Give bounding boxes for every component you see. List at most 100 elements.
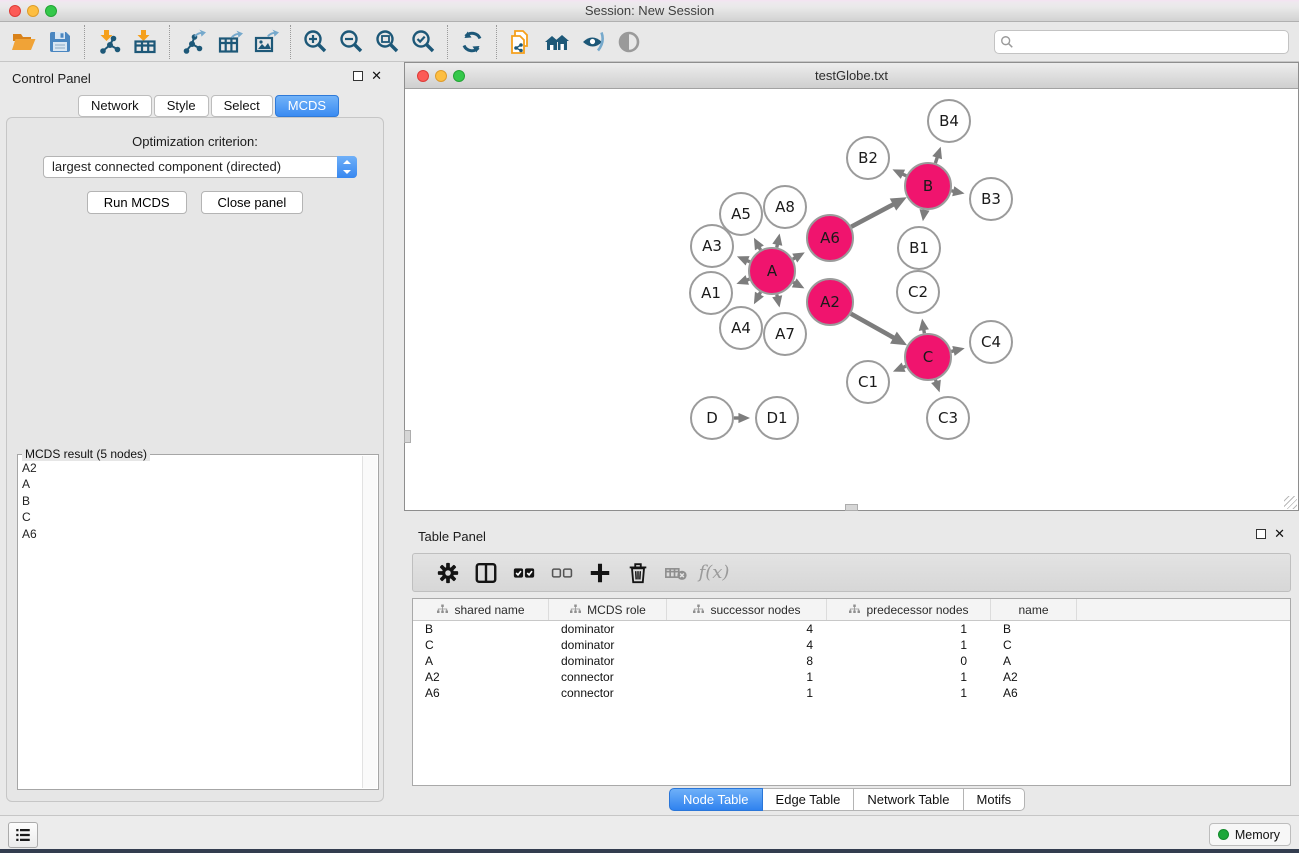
node-A7[interactable]: A7: [764, 313, 806, 355]
tab-motifs[interactable]: Motifs: [964, 788, 1026, 811]
table-cell[interactable]: 0: [827, 653, 991, 669]
node-B[interactable]: B: [905, 163, 951, 209]
float-panel-icon[interactable]: [353, 71, 363, 81]
table-cell[interactable]: 1: [827, 685, 991, 701]
node-C2[interactable]: C2: [897, 271, 939, 313]
table-row[interactable]: A6connector11A6: [413, 685, 1290, 701]
table-cell[interactable]: 1: [827, 637, 991, 653]
node-C[interactable]: C: [905, 334, 951, 380]
close-panel-icon[interactable]: ✕: [1274, 529, 1285, 539]
table-cell[interactable]: 4: [667, 637, 827, 653]
function-builder-icon[interactable]: f(x): [695, 558, 733, 588]
refresh-layout-icon[interactable]: [454, 27, 490, 57]
tab-network[interactable]: Network: [78, 95, 152, 117]
table-cell[interactable]: A6: [991, 685, 1077, 701]
table-cell[interactable]: B: [413, 621, 549, 637]
table-cell[interactable]: 4: [667, 621, 827, 637]
memory-button[interactable]: Memory: [1209, 823, 1291, 846]
splitter-handle[interactable]: [845, 504, 858, 511]
tab-select[interactable]: Select: [211, 95, 273, 117]
network-graph[interactable]: AA1A2A3A4A5A6A7A8BB1B2B3B4CC1C2C3C4DD1: [405, 89, 1298, 510]
export-image-icon[interactable]: [248, 27, 284, 57]
node-B4[interactable]: B4: [928, 100, 970, 142]
table-cell[interactable]: dominator: [549, 637, 667, 653]
add-column-icon[interactable]: [581, 558, 619, 588]
tab-edge-table[interactable]: Edge Table: [763, 788, 855, 811]
node-B2[interactable]: B2: [847, 137, 889, 179]
copy-network-icon[interactable]: [503, 27, 539, 57]
mcds-result-item[interactable]: B: [22, 493, 362, 509]
mcds-result-item[interactable]: A2: [22, 460, 362, 476]
tab-network-table[interactable]: Network Table: [854, 788, 963, 811]
column-header-name[interactable]: name: [991, 599, 1077, 620]
table-cell[interactable]: 8: [667, 653, 827, 669]
edge-A6-B[interactable]: [851, 204, 894, 227]
zoom-out-icon[interactable]: [333, 27, 369, 57]
mcds-result-scrollbar[interactable]: [363, 456, 377, 788]
table-cell[interactable]: A6: [413, 685, 549, 701]
network-minimize-button[interactable]: [435, 70, 447, 82]
node-A3[interactable]: A3: [691, 225, 733, 267]
node-B3[interactable]: B3: [970, 178, 1012, 220]
table-cell[interactable]: dominator: [549, 653, 667, 669]
export-table-icon[interactable]: [212, 27, 248, 57]
node-D1[interactable]: D1: [756, 397, 798, 439]
zoom-fit-icon[interactable]: [369, 27, 405, 57]
select-all-columns-icon[interactable]: [505, 558, 543, 588]
table-cell[interactable]: A2: [413, 669, 549, 685]
table-row[interactable]: Adominator80A: [413, 653, 1290, 669]
table-row[interactable]: Cdominator41C: [413, 637, 1290, 653]
network-canvas[interactable]: AA1A2A3A4A5A6A7A8BB1B2B3B4CC1C2C3C4DD1: [405, 89, 1298, 510]
zoom-window-button[interactable]: [45, 5, 57, 17]
table-cell[interactable]: 1: [827, 669, 991, 685]
criterion-dropdown[interactable]: largest connected component (directed): [43, 156, 357, 178]
table-cell[interactable]: connector: [549, 685, 667, 701]
node-A8[interactable]: A8: [764, 186, 806, 228]
network-zoom-button[interactable]: [453, 70, 465, 82]
table-cell[interactable]: connector: [549, 669, 667, 685]
column-header-MCDS-role[interactable]: MCDS role: [549, 599, 667, 620]
table-cell[interactable]: 1: [667, 669, 827, 685]
zoom-in-icon[interactable]: [297, 27, 333, 57]
table-cell[interactable]: 1: [827, 621, 991, 637]
zoom-selected-icon[interactable]: [405, 27, 441, 57]
task-history-button[interactable]: [8, 822, 38, 848]
edge-B-B4[interactable]: [935, 157, 937, 163]
edge-A2-C[interactable]: [851, 314, 894, 338]
close-panel-icon[interactable]: ✕: [371, 71, 382, 81]
node-C1[interactable]: C1: [847, 361, 889, 403]
table-cell[interactable]: B: [991, 621, 1077, 637]
delete-table-icon[interactable]: [657, 558, 695, 588]
tab-mcds[interactable]: MCDS: [275, 95, 339, 117]
table-cell[interactable]: A: [413, 653, 549, 669]
search-input[interactable]: [994, 30, 1289, 54]
table-cell[interactable]: A: [991, 653, 1077, 669]
node-C4[interactable]: C4: [970, 321, 1012, 363]
run-mcds-button[interactable]: Run MCDS: [87, 191, 187, 214]
tab-style[interactable]: Style: [154, 95, 209, 117]
import-network-icon[interactable]: [91, 27, 127, 57]
minimize-window-button[interactable]: [27, 5, 39, 17]
node-D[interactable]: D: [691, 397, 733, 439]
column-header-successor-nodes[interactable]: successor nodes: [667, 599, 827, 620]
open-file-icon[interactable]: [6, 27, 42, 57]
import-table-icon[interactable]: [127, 27, 163, 57]
table-cell[interactable]: dominator: [549, 621, 667, 637]
table-cell[interactable]: C: [991, 637, 1077, 653]
node-A1[interactable]: A1: [690, 272, 732, 314]
column-header-shared-name[interactable]: shared name: [413, 599, 549, 620]
table-cell[interactable]: C: [413, 637, 549, 653]
node-C3[interactable]: C3: [927, 397, 969, 439]
hide-graphics-details-icon[interactable]: [575, 27, 611, 57]
close-window-button[interactable]: [9, 5, 21, 17]
node-A2[interactable]: A2: [807, 279, 853, 325]
mcds-result-item[interactable]: C: [22, 509, 362, 525]
save-session-icon[interactable]: [42, 27, 78, 57]
deselect-all-columns-icon[interactable]: [543, 558, 581, 588]
split-columns-icon[interactable]: [467, 558, 505, 588]
table-cell[interactable]: 1: [667, 685, 827, 701]
table-row[interactable]: Bdominator41B: [413, 621, 1290, 637]
column-header-predecessor-nodes[interactable]: predecessor nodes: [827, 599, 991, 620]
delete-columns-icon[interactable]: [619, 558, 657, 588]
export-network-icon[interactable]: [176, 27, 212, 57]
